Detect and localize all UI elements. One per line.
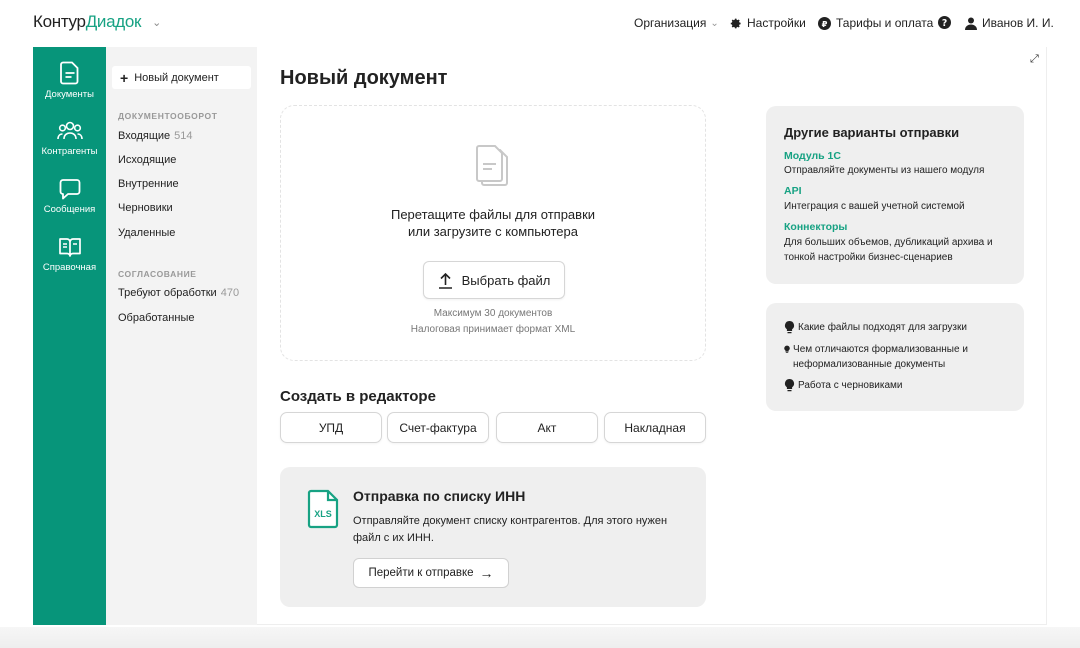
format-note: Налоговая принимает формат XML bbox=[410, 324, 576, 335]
arrow-right-icon: → bbox=[479, 565, 494, 581]
rail-item-contractors[interactable]: Контрагенты bbox=[33, 120, 106, 157]
rail-item-reference[interactable]: Справочная bbox=[33, 236, 106, 273]
settings-link[interactable]: Настройки bbox=[729, 16, 806, 30]
document-icon bbox=[59, 61, 78, 85]
xls-label: XLS bbox=[314, 509, 332, 519]
sidebar-item-drafts[interactable]: Черновики bbox=[118, 202, 173, 214]
lightbulb-icon bbox=[784, 345, 790, 353]
option-link-1c[interactable]: Модуль 1С bbox=[784, 150, 841, 162]
rail-item-messages[interactable]: Сообщения bbox=[33, 178, 106, 215]
people-icon bbox=[56, 121, 83, 140]
editor-act-button[interactable]: Акт bbox=[496, 412, 598, 443]
choose-file-label: Выбрать файл bbox=[461, 272, 551, 288]
expand-icon[interactable]: ⤢ bbox=[1030, 53, 1039, 66]
editor-waybill-button[interactable]: Накладная bbox=[604, 412, 706, 443]
editor-upd-button[interactable]: УПД bbox=[280, 412, 382, 443]
tariffs-label: Тарифы и оплата bbox=[836, 16, 934, 30]
user-icon bbox=[965, 17, 977, 30]
chat-icon bbox=[59, 179, 80, 200]
user-menu[interactable]: Иванов И. И. bbox=[965, 16, 1054, 30]
drop-hint-line1: Перетащите файлы для отправки bbox=[390, 207, 596, 222]
rail-label: Сообщения bbox=[43, 204, 96, 215]
files-icon bbox=[476, 145, 508, 186]
rail-label: Контрагенты bbox=[41, 146, 98, 157]
sidebar-item-label: Требуют обработки bbox=[118, 287, 217, 299]
tariffs-link[interactable]: ₽ Тарифы и оплата bbox=[818, 16, 933, 30]
go-to-sending-label: Перейти к отправке bbox=[368, 567, 474, 579]
app-frame: Документы Контрагенты Сообщения Справочн… bbox=[33, 47, 1047, 625]
option-desc: Отправляйте документы из нашего модуля bbox=[784, 165, 985, 176]
option-desc: Для больших объемов, дубликаций архива и… bbox=[784, 237, 993, 263]
page-title: Новый документ bbox=[280, 67, 448, 89]
rail-label: Справочная bbox=[42, 262, 97, 273]
section-heading: ДОКУМЕНТООБОРОТ bbox=[118, 111, 218, 121]
section-heading: СОГЛАСОВАНИЕ bbox=[118, 269, 197, 279]
help-button[interactable]: ? bbox=[938, 16, 956, 29]
limit-note: Максимум 30 документов bbox=[433, 308, 553, 319]
top-header: Контур Диадок ⌄ Организация ⌄ Настройки … bbox=[0, 0, 1080, 47]
drop-hint-line2: или загрузите с компьютера bbox=[408, 224, 578, 239]
tip-label: Какие файлы подходят для загрузки bbox=[798, 322, 967, 333]
help-icon: ? bbox=[938, 16, 951, 29]
choose-file-button[interactable]: Выбрать файл bbox=[423, 261, 565, 299]
svg-text:?: ? bbox=[942, 18, 947, 29]
product-logo[interactable]: Контур Диадок ⌄ bbox=[33, 12, 161, 32]
lightbulb-icon bbox=[784, 379, 795, 392]
sidebar-item-internal[interactable]: Внутренние bbox=[118, 178, 179, 190]
upload-icon bbox=[438, 272, 452, 289]
window-bottom-edge bbox=[0, 627, 1080, 648]
inn-card-title: Отправка по списку ИНН bbox=[353, 488, 526, 504]
tip-link-drafts[interactable]: Работа с черновиками bbox=[784, 378, 903, 393]
tip-link-files[interactable]: Какие файлы подходят для загрузки bbox=[784, 320, 967, 335]
sidebar-item-deleted[interactable]: Удаленные bbox=[118, 227, 175, 239]
sidebar-item-processed[interactable]: Обработанные bbox=[118, 312, 194, 324]
editor-section-title: Создать в редакторе bbox=[280, 388, 436, 405]
sidebar-item-needs-processing[interactable]: Требуют обработки 470 bbox=[118, 287, 239, 299]
book-icon bbox=[58, 238, 81, 257]
primary-rail: Документы Контрагенты Сообщения Справочн… bbox=[33, 47, 106, 625]
new-document-label: Новый документ bbox=[134, 71, 219, 84]
go-to-sending-button[interactable]: Перейти к отправке → bbox=[353, 558, 509, 588]
tip-label: Чем отличаются формализованные и неформа… bbox=[793, 344, 968, 370]
rail-item-documents[interactable]: Документы bbox=[33, 61, 106, 100]
lightbulb-icon bbox=[784, 321, 795, 334]
logo-kontur: Контур bbox=[33, 12, 86, 31]
tip-label: Работа с черновиками bbox=[798, 380, 903, 391]
xls-file-icon: XLS bbox=[307, 489, 339, 529]
chevron-down-icon[interactable]: ⌄ bbox=[152, 16, 161, 29]
sidebar-item-label: Входящие bbox=[118, 130, 171, 142]
option-link-connectors[interactable]: Коннекторы bbox=[784, 221, 847, 233]
gear-icon bbox=[729, 17, 742, 30]
org-switcher[interactable]: Организация ⌄ bbox=[634, 16, 719, 30]
rail-label: Документы bbox=[45, 89, 94, 100]
inn-list-card: XLS Отправка по списку ИНН Отправляйте д… bbox=[280, 467, 706, 607]
logo-diadoc: Диадок bbox=[85, 12, 142, 31]
svg-text:₽: ₽ bbox=[822, 18, 828, 28]
secondary-sidebar: + Новый документ ДОКУМЕНТООБОРОТ Входящи… bbox=[106, 47, 257, 625]
ruble-icon: ₽ bbox=[818, 16, 831, 30]
other-options-card: Другие варианты отправки Модуль 1С Отпра… bbox=[766, 106, 1024, 284]
new-document-button[interactable]: + Новый документ bbox=[112, 66, 251, 89]
count-badge: 514 bbox=[174, 130, 193, 142]
inn-card-text: Отправляйте документ списку контрагентов… bbox=[353, 515, 668, 544]
plus-icon: + bbox=[120, 69, 129, 86]
tip-link-formalized[interactable]: Чем отличаются формализованные и неформа… bbox=[784, 342, 974, 372]
sidebar-item-outbox[interactable]: Исходящие bbox=[118, 154, 176, 166]
file-drop-zone[interactable]: Перетащите файлы для отправки или загруз… bbox=[280, 105, 706, 361]
count-badge: 470 bbox=[220, 287, 240, 299]
sidebar-item-inbox[interactable]: Входящие 514 bbox=[118, 130, 193, 142]
org-label: Организация bbox=[634, 16, 707, 30]
chevron-down-icon: ⌄ bbox=[710, 17, 719, 29]
settings-label: Настройки bbox=[747, 16, 806, 30]
editor-invoice-button[interactable]: Счет-фактура bbox=[387, 412, 489, 443]
user-name: Иванов И. И. bbox=[982, 16, 1054, 30]
other-options-title: Другие варианты отправки bbox=[784, 125, 960, 140]
help-tips-card: Какие файлы подходят для загрузки Чем от… bbox=[766, 303, 1024, 411]
option-desc: Интеграция с вашей учетной системой bbox=[784, 201, 965, 212]
option-link-api[interactable]: API bbox=[784, 185, 802, 197]
